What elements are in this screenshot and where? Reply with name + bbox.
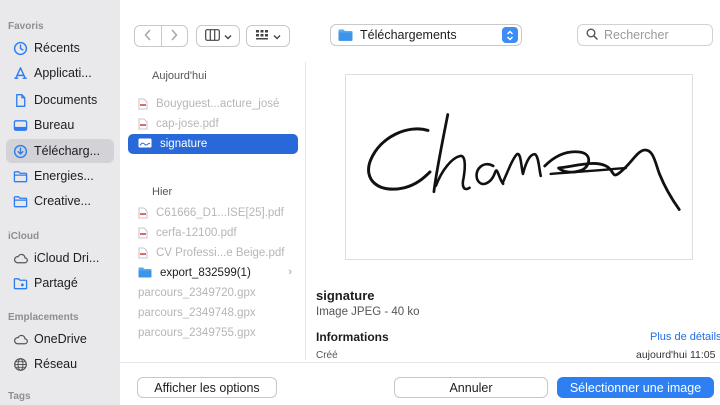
sidebar-item-desktop[interactable]: Bureau (6, 113, 114, 137)
sidebar-item-label: Partagé (34, 276, 78, 290)
chevron-down-icon (224, 29, 232, 43)
chevron-left-icon (144, 28, 152, 44)
sidebar-item-energies[interactable]: Energies... (6, 164, 114, 188)
sidebar-section-favorites: Favoris (8, 21, 44, 32)
shared-folder-icon (12, 275, 28, 291)
columns-icon (204, 28, 220, 44)
sidebar-item-icloud-drive[interactable]: iCloud Dri... (6, 246, 114, 270)
file-name: parcours_2349720.gpx (138, 287, 256, 299)
file-row[interactable]: C61666_D1...ISE[25].pdf (128, 203, 298, 223)
group-view-button[interactable] (246, 25, 290, 47)
created-value: aujourd'hui 11:05 (636, 349, 716, 361)
location-label: Téléchargements (360, 28, 457, 42)
file-row[interactable]: cerfa-12100.pdf (128, 223, 298, 243)
sidebar-item-applications[interactable]: Applicati... (6, 61, 114, 85)
sidebar-section-tags: Tags (8, 391, 31, 402)
sidebar-section-locations: Emplacements (8, 312, 79, 323)
info-section-title: Informations (316, 330, 389, 344)
group-header-yesterday: Hier (152, 186, 173, 198)
document-icon (12, 92, 28, 108)
cloud-icon (12, 331, 28, 347)
sidebar-item-label: Energies... (34, 169, 94, 183)
clock-icon (12, 40, 28, 56)
folder-icon (338, 29, 353, 41)
cancel-button[interactable]: Annuler (394, 377, 548, 398)
file-name: parcours_2349748.gpx (138, 307, 256, 319)
file-row[interactable]: parcours_2349720.gpx (128, 283, 298, 303)
folder-icon (12, 193, 28, 209)
search-icon (586, 28, 598, 43)
sidebar: Favoris Récents Applicati... Documents B… (0, 0, 120, 405)
desktop-icon (12, 117, 28, 133)
chevron-right-icon: › (288, 266, 292, 278)
sidebar-item-label: iCloud Dri... (34, 251, 100, 265)
document-icon (138, 98, 148, 110)
chevron-down-icon (273, 29, 281, 43)
sidebar-item-label: OneDrive (34, 332, 87, 346)
signature-image (367, 113, 681, 211)
sidebar-item-recents[interactable]: Récents (6, 36, 114, 60)
sidebar-item-label: Réseau (34, 357, 78, 371)
file-row[interactable]: parcours_2349748.gpx (128, 303, 298, 323)
image-file-icon (138, 138, 152, 150)
chevron-right-icon (170, 28, 178, 44)
navigation-buttons (134, 25, 188, 47)
file-name: C61666_D1...ISE[25].pdf (156, 207, 284, 219)
forward-button[interactable] (160, 26, 188, 46)
sidebar-item-network[interactable]: Réseau (6, 352, 114, 376)
file-name: Bouyguest...acture_josé (156, 98, 280, 110)
cloud-icon (12, 250, 28, 266)
folder-icon (12, 168, 28, 184)
show-options-button[interactable]: Afficher les options (137, 377, 277, 398)
preview-file-type: Image JPEG - 40 ko (316, 306, 420, 318)
image-preview (345, 74, 693, 260)
location-popup[interactable]: Téléchargements (330, 24, 522, 46)
sidebar-item-documents[interactable]: Documents (6, 88, 114, 112)
pdf-icon (138, 247, 148, 259)
file-name: parcours_2349755.gpx (138, 327, 256, 339)
sidebar-item-label: Récents (34, 41, 80, 55)
file-row[interactable]: Bouyguest...acture_josé (128, 94, 298, 114)
preview-file-name: signature (316, 288, 375, 303)
file-name: cap-jose.pdf (156, 118, 219, 130)
created-label: Créé (316, 350, 338, 361)
pdf-icon (138, 227, 148, 239)
sidebar-item-creative[interactable]: Creative... (6, 189, 114, 213)
search-input[interactable] (604, 28, 704, 42)
sidebar-item-label: Documents (34, 93, 98, 107)
pdf-icon (138, 207, 148, 219)
file-name: export_832599(1) (160, 267, 251, 279)
sidebar-item-label: Bureau (34, 118, 75, 132)
network-globe-icon (12, 356, 28, 372)
download-icon (12, 143, 28, 159)
file-name: CV Professi...e Beige.pdf (156, 247, 285, 259)
file-row[interactable]: parcours_2349755.gpx (128, 323, 298, 343)
sidebar-item-label: Creative... (34, 194, 91, 208)
folder-icon (138, 267, 152, 279)
grid-icon (255, 29, 269, 44)
file-row-selected[interactable]: signature (128, 134, 298, 154)
more-details-link[interactable]: Plus de détails (650, 331, 720, 343)
sidebar-item-label: Applicati... (34, 66, 92, 80)
group-header-today: Aujourd'hui (152, 70, 207, 82)
sidebar-item-onedrive[interactable]: OneDrive (6, 327, 114, 351)
file-row[interactable]: cap-jose.pdf (128, 114, 298, 134)
applications-icon (12, 65, 28, 81)
sidebar-item-downloads[interactable]: Télécharg... (6, 139, 114, 163)
sidebar-section-icloud: iCloud (8, 231, 40, 242)
file-row[interactable]: CV Professi...e Beige.pdf (128, 243, 298, 263)
file-name: cerfa-12100.pdf (156, 227, 237, 239)
select-image-button[interactable]: Sélectionner une image (557, 377, 714, 398)
back-button[interactable] (135, 26, 161, 46)
file-row-folder[interactable]: export_832599(1) › (128, 263, 298, 283)
sidebar-item-label: Télécharg... (34, 144, 101, 158)
column-divider (305, 62, 306, 360)
file-name: signature (160, 138, 208, 150)
pdf-icon (138, 118, 148, 130)
updown-chevron-icon (502, 27, 518, 43)
search-field[interactable] (577, 24, 713, 46)
column-view-button[interactable] (196, 25, 240, 47)
sidebar-item-shared[interactable]: Partagé (6, 271, 114, 295)
